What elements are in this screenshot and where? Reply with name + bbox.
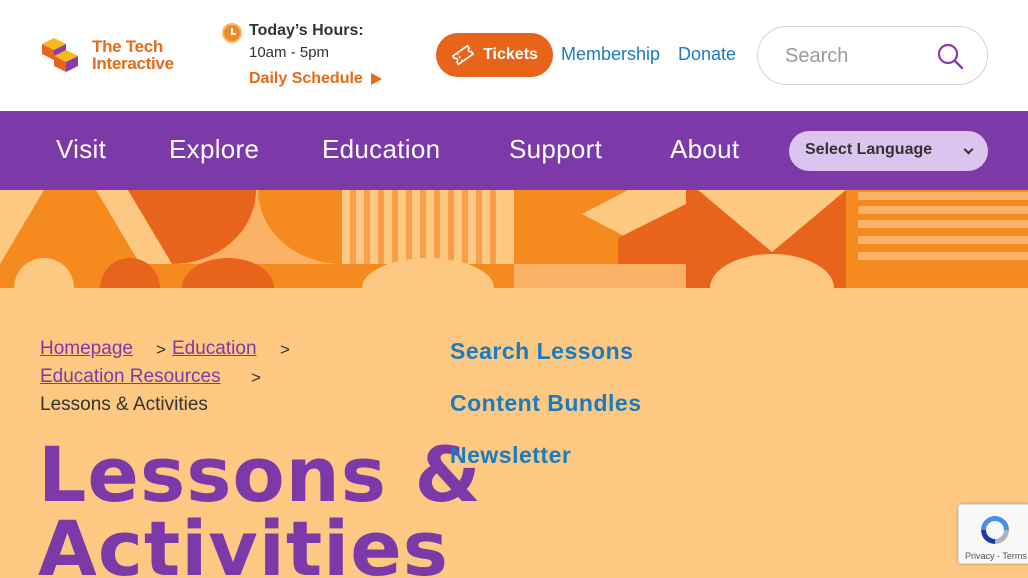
recaptcha-icon: [981, 516, 1009, 544]
page-title: Lessons & Activities: [38, 430, 482, 578]
tickets-button[interactable]: Tickets: [436, 33, 553, 77]
breadcrumb-current: Lessons & Activities: [40, 394, 208, 415]
newsletter-link[interactable]: Newsletter: [450, 442, 571, 469]
geometric-pattern-graphic: [0, 190, 1028, 288]
nav-item-about[interactable]: About: [670, 134, 739, 165]
tickets-label: Tickets: [483, 46, 538, 63]
search-box: [757, 26, 988, 85]
hours-time: 10am - 5pm: [249, 44, 330, 61]
language-select[interactable]: Select Language: [789, 131, 988, 171]
main-nav: Visit Explore Education Support About Se…: [0, 111, 1028, 190]
hours-title: Today’s Hours:: [249, 22, 364, 39]
search-icon[interactable]: [936, 42, 964, 70]
ticket-icon: [451, 44, 475, 66]
daily-schedule-label: Daily Schedule: [249, 70, 363, 87]
page-content: Homepage > Education > Education Resourc…: [0, 288, 1028, 578]
breadcrumb-education[interactable]: Education: [172, 338, 257, 360]
logo-line-2: Interactive: [92, 54, 174, 73]
nav-item-support[interactable]: Support: [509, 134, 602, 165]
site-logo[interactable]: The Tech Interactive: [38, 33, 188, 77]
decorative-banner: [0, 190, 1028, 288]
chevron-down-icon: [963, 144, 974, 155]
logo-line-1: The Tech: [92, 37, 163, 56]
breadcrumb-education-resources[interactable]: Education Resources: [40, 366, 221, 388]
language-select-label: Select Language: [805, 141, 933, 158]
page-title-line-1: Lessons &: [38, 430, 482, 519]
recaptcha-badge[interactable]: Privacy - Terms: [958, 504, 1028, 564]
logo-mark-icon: [42, 38, 78, 72]
nav-item-explore[interactable]: Explore: [169, 134, 259, 165]
membership-link[interactable]: Membership: [561, 44, 660, 65]
nav-item-education[interactable]: Education: [322, 134, 440, 165]
clock-icon: [222, 23, 242, 43]
play-arrow-icon: [370, 73, 382, 85]
page-title-line-2: Activities: [38, 504, 450, 578]
logo-wordmark: The Tech Interactive: [92, 38, 174, 72]
site-header: The Tech Interactive Today’s Hours: 10am…: [0, 0, 1028, 111]
breadcrumb-separator: >: [251, 368, 261, 387]
donate-link[interactable]: Donate: [678, 44, 736, 65]
breadcrumb-separator: >: [280, 340, 290, 359]
nav-item-visit[interactable]: Visit: [56, 134, 106, 165]
search-lessons-link[interactable]: Search Lessons: [450, 338, 633, 365]
content-bundles-link[interactable]: Content Bundles: [450, 390, 642, 417]
breadcrumb-homepage[interactable]: Homepage: [40, 338, 133, 360]
daily-schedule-link[interactable]: Daily Schedule: [249, 70, 382, 88]
breadcrumb-separator: >: [156, 340, 166, 359]
recaptcha-links[interactable]: Privacy - Terms: [965, 551, 1027, 561]
search-input[interactable]: [785, 43, 925, 69]
